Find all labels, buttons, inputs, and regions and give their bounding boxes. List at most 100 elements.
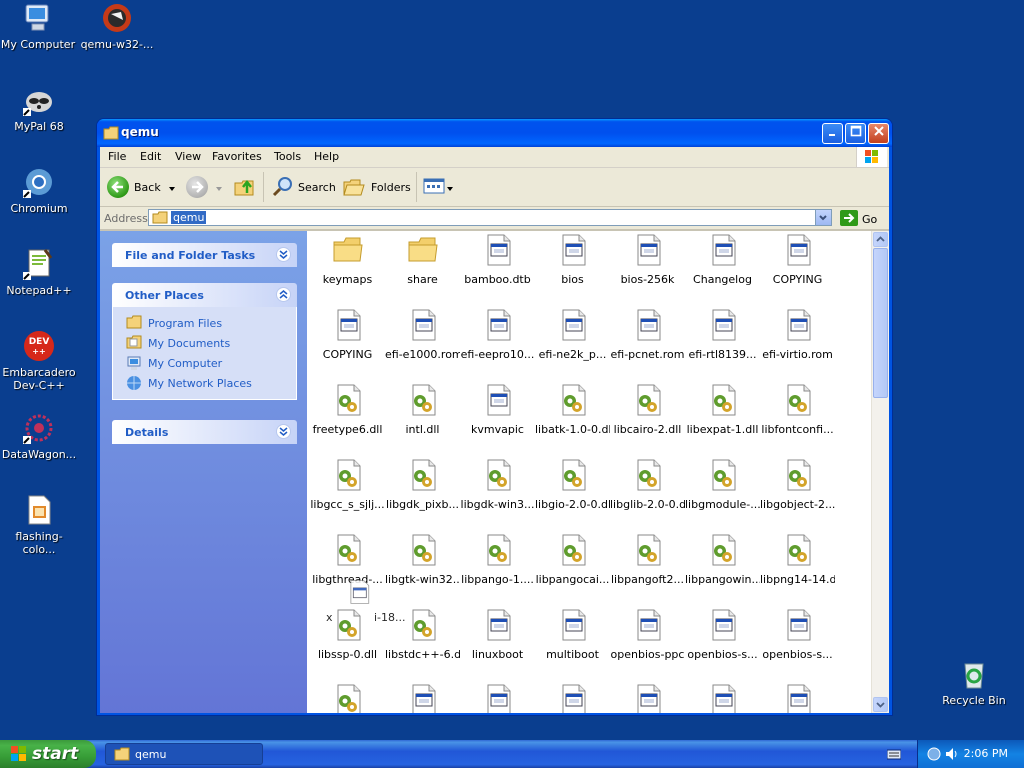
file-item[interactable]: libcairo-2.dll	[610, 383, 685, 436]
address-dropdown-button[interactable]	[815, 210, 831, 225]
desktop-icon-flashing-colors[interactable]: flashing-colo...	[0, 494, 79, 556]
minimize-button[interactable]	[822, 123, 843, 144]
file-item[interactable]: libpangocai...	[535, 533, 610, 586]
desktop-icon-chromium[interactable]: Chromium	[0, 166, 79, 215]
forward-dropdown-icon[interactable]	[216, 181, 222, 194]
task-pane: File and Folder Tasks Other Places Progr…	[100, 231, 307, 713]
desktop-icon-notepadpp[interactable]: Notepad++	[0, 248, 79, 297]
title-bar[interactable]: qemu	[97, 119, 892, 147]
desktop-icon-datawagon[interactable]: DataWagon...	[0, 412, 79, 461]
file-item[interactable]: share	[385, 233, 460, 286]
file-item[interactable]: libgmodule-...	[685, 458, 760, 511]
desktop-icon-devcpp[interactable]: DEV ++ Embarcadero Dev-C++	[0, 330, 79, 392]
file-item[interactable]: efi-pcnet.rom	[610, 308, 685, 361]
go-button[interactable]: Go	[840, 210, 877, 229]
file-item[interactable]	[385, 683, 460, 713]
explorer-window: qemu File Edit View Favorites Tools Help	[97, 119, 892, 715]
file-item[interactable]: libgdk-win3...	[460, 458, 535, 511]
menu-edit[interactable]: Edit	[140, 150, 161, 163]
file-item[interactable]: efi-ne2k_p...	[535, 308, 610, 361]
menu-tools[interactable]: Tools	[274, 150, 301, 163]
file-item[interactable]: efi-eepro10...	[460, 308, 535, 361]
file-item[interactable]: kvmvapic	[460, 383, 535, 436]
keyboard-icon[interactable]	[886, 748, 902, 763]
back-button[interactable]: Back	[107, 174, 175, 200]
file-item[interactable]: libpng14-14.dll	[760, 533, 835, 586]
file-item[interactable]: efi-e1000.rom	[385, 308, 460, 361]
volume-icon[interactable]	[944, 746, 960, 765]
place-my-documents[interactable]: My Documents	[126, 333, 296, 353]
file-item[interactable]: COPYING	[310, 308, 385, 361]
file-item[interactable]: libpangowin...	[685, 533, 760, 586]
place-my-computer[interactable]: My Computer	[126, 353, 296, 373]
file-item[interactable]	[310, 683, 385, 713]
network-tray-icon[interactable]	[926, 746, 942, 765]
file-item[interactable]: libgdk_pixb...	[385, 458, 460, 511]
scroll-up-arrow[interactable]	[873, 232, 888, 247]
menu-view[interactable]: View	[175, 150, 201, 163]
file-item[interactable]: efi-virtio.rom	[760, 308, 835, 361]
file-item[interactable]: freetype6.dll	[310, 383, 385, 436]
place-my-network-places[interactable]: My Network Places	[126, 373, 296, 393]
file-item[interactable]	[535, 683, 610, 713]
up-folder-button[interactable]	[233, 174, 257, 200]
file-item[interactable]: libexpat-1.dll	[685, 383, 760, 436]
menu-help[interactable]: Help	[314, 150, 339, 163]
file-item[interactable]: Changelog	[685, 233, 760, 286]
file-item[interactable]: bamboo.dtb	[460, 233, 535, 286]
vertical-scrollbar[interactable]	[871, 231, 889, 713]
file-item[interactable]: libgcc_s_sjlj...	[310, 458, 385, 511]
folders-button[interactable]: Folders	[343, 174, 411, 200]
file-item[interactable]: libfontconfi...	[760, 383, 835, 436]
other-places-header[interactable]: Other Places	[112, 283, 297, 307]
back-dropdown-icon[interactable]	[168, 181, 175, 194]
file-item[interactable]: libgio-2.0-0.dll	[535, 458, 610, 511]
file-item[interactable]	[460, 683, 535, 713]
file-item[interactable]: libgobject-2...	[760, 458, 835, 511]
file-item[interactable]: libatk-1.0-0.dll	[535, 383, 610, 436]
file-item[interactable]: keymaps	[310, 233, 385, 286]
collapse-chevron-icon[interactable]	[276, 287, 291, 302]
file-item[interactable]: libgtk-win32...	[385, 533, 460, 586]
expand-chevron-icon[interactable]	[276, 247, 291, 262]
menu-favorites[interactable]: Favorites	[212, 150, 262, 163]
file-icon	[482, 233, 514, 267]
expand-chevron-icon[interactable]	[276, 424, 291, 439]
file-folder-tasks-header[interactable]: File and Folder Tasks	[112, 243, 297, 267]
desktop-icon-mypal[interactable]: MyPal 68	[0, 84, 79, 133]
maximize-button[interactable]	[845, 123, 866, 144]
scroll-thumb[interactable]	[873, 248, 888, 398]
place-program-files[interactable]: Program Files	[126, 313, 296, 333]
forward-button[interactable]	[186, 174, 222, 200]
desktop-icon-my-computer[interactable]: My Computer	[0, 2, 78, 51]
desktop-icon-qemu[interactable]: qemu-w32-...	[77, 2, 157, 51]
file-item[interactable]: multiboot	[535, 608, 610, 661]
search-button[interactable]: Search	[272, 174, 336, 200]
file-item[interactable]: efi-rtl8139...	[685, 308, 760, 361]
file-item[interactable]: openbios-s...	[760, 608, 835, 661]
desktop-icon-recycle-bin[interactable]: Recycle Bin	[934, 658, 1014, 707]
file-item[interactable]	[760, 683, 835, 713]
taskbar-item-qemu[interactable]: qemu	[105, 743, 263, 765]
file-item[interactable]: openbios-s...	[685, 608, 760, 661]
close-button[interactable]	[868, 123, 889, 144]
file-item[interactable]: libglib-2.0-0.dll	[610, 458, 685, 511]
file-item[interactable]: openbios-ppc	[610, 608, 685, 661]
file-name: libatk-1.0-0.dll	[535, 423, 610, 436]
file-item[interactable]: intl.dll	[385, 383, 460, 436]
views-button[interactable]	[423, 174, 453, 200]
file-item[interactable]: linuxboot	[460, 608, 535, 661]
file-item[interactable]: bios	[535, 233, 610, 286]
start-button[interactable]: start	[0, 740, 96, 768]
file-item[interactable]	[685, 683, 760, 713]
details-header[interactable]: Details	[112, 420, 297, 444]
file-item[interactable]: libpango-1....	[460, 533, 535, 586]
folder-icon	[114, 747, 130, 764]
file-item[interactable]: COPYING	[760, 233, 835, 286]
file-item[interactable]	[610, 683, 685, 713]
address-input[interactable]: qemu	[148, 209, 832, 226]
file-item[interactable]: libpangoft2...	[610, 533, 685, 586]
menu-file[interactable]: File	[108, 150, 126, 163]
scroll-down-arrow[interactable]	[873, 697, 888, 712]
file-item[interactable]: bios-256k	[610, 233, 685, 286]
